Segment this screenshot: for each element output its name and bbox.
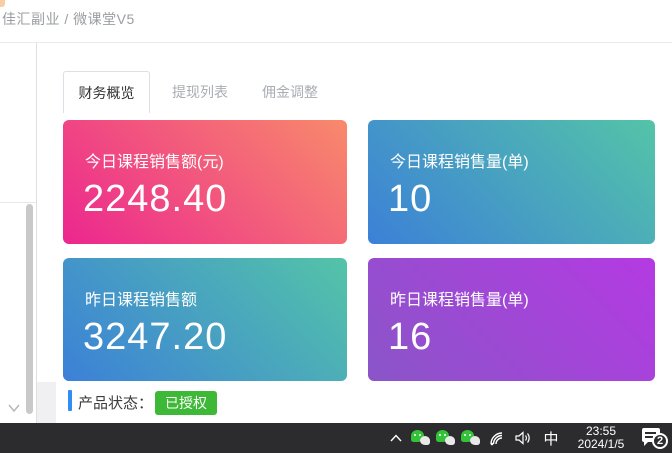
tab-label: 佣金调整: [262, 82, 318, 102]
status-label: 产品状态：: [78, 392, 153, 413]
stat-card-yesterday-sales-count: 昨日课程销售量(单) 16: [368, 258, 655, 381]
status-panel: 产品状态： 已授权: [56, 382, 672, 423]
stat-card-value: 16: [388, 316, 432, 359]
stat-card-label: 昨日课程销售额: [85, 286, 197, 310]
corner-icon-fragment: [0, 0, 5, 7]
taskbar-clock[interactable]: 23:55 2024/1/5: [570, 425, 632, 451]
wechat-icon[interactable]: [434, 423, 459, 453]
stat-card-label: 今日课程销售额(元): [85, 148, 224, 172]
top-bar: 佳汇副业 / 微课堂V5: [0, 0, 672, 43]
breadcrumb[interactable]: 佳汇副业 / 微课堂V5: [2, 9, 135, 29]
ime-indicator[interactable]: 中: [538, 423, 564, 453]
wechat-icon[interactable]: [409, 423, 434, 453]
wechat-icon[interactable]: [459, 423, 484, 453]
chevron-up-icon[interactable]: [383, 423, 409, 453]
notification-center-icon[interactable]: 2: [638, 423, 672, 453]
stat-card-today-sales-count: 今日课程销售量(单) 10: [368, 120, 655, 244]
stat-card-label: 昨日课程销售量(单): [390, 286, 529, 310]
tab-finance-overview[interactable]: 财务概览: [63, 71, 150, 113]
stat-card-label: 今日课程销售量(单): [390, 148, 529, 172]
app-window: 佳汇副业 / 微课堂V5 财务概览 提现列表 佣金调整 今日课程销售额(元) 2…: [0, 0, 672, 453]
stat-card-today-sales-amount: 今日课程销售额(元) 2248.40: [63, 120, 347, 244]
tab-commission-adjust[interactable]: 佣金调整: [254, 71, 326, 113]
sidebar-scrollbar[interactable]: [26, 204, 33, 414]
tab-label: 提现列表: [172, 82, 228, 102]
status-badge: 已授权: [155, 391, 217, 415]
tab-label: 财务概览: [79, 83, 135, 103]
sidebar-collapsed: [0, 43, 37, 423]
volume-icon[interactable]: [510, 423, 538, 453]
stat-card-value: 2248.40: [83, 178, 227, 221]
tab-withdraw-list[interactable]: 提现列表: [164, 71, 236, 113]
stat-card-yesterday-sales-amount: 昨日课程销售额 3247.20: [63, 258, 347, 381]
chevron-down-icon[interactable]: [7, 403, 21, 413]
taskbar: 中 23:55 2024/1/5 2: [0, 423, 672, 453]
status-section: 产品状态： 已授权: [37, 382, 672, 423]
notification-badge: 2: [652, 433, 668, 449]
stat-card-value: 10: [388, 178, 432, 221]
sidebar-divider: [0, 202, 36, 203]
taskbar-date: 2024/1/5: [570, 438, 632, 451]
status-accent-bar: [68, 390, 72, 411]
stat-card-value: 3247.20: [83, 316, 227, 359]
network-icon[interactable]: [484, 423, 510, 453]
system-tray: 中 23:55 2024/1/5 2: [383, 423, 672, 453]
